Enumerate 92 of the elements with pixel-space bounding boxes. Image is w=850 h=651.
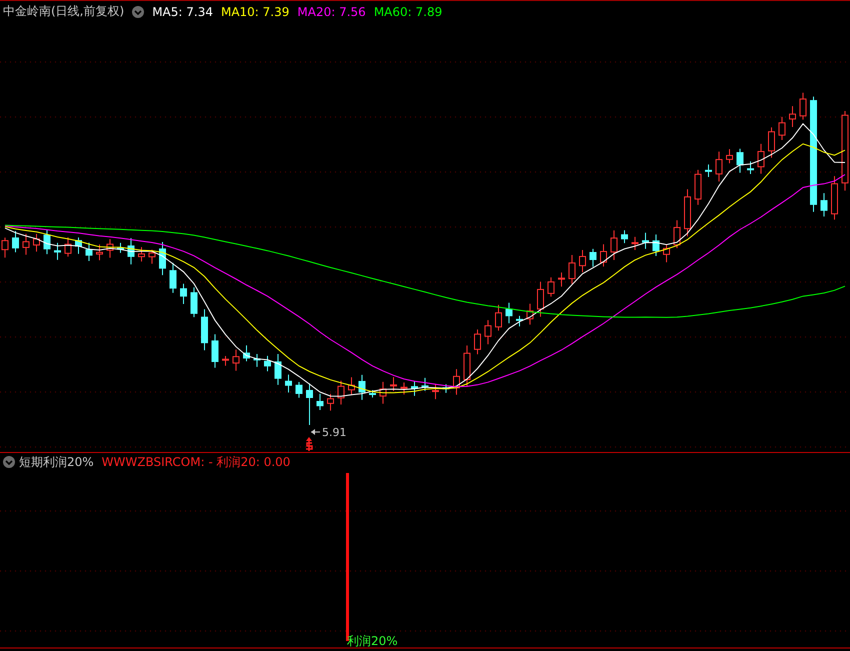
candlestick (243, 344, 250, 362)
candlestick (348, 376, 355, 396)
candlestick (642, 232, 649, 250)
moving-average-value: MA10: 7.39 (220, 4, 290, 18)
candlestick (274, 354, 282, 386)
candlestick (736, 148, 744, 174)
candlestick (621, 230, 628, 244)
candlestick (726, 148, 733, 164)
candlestick (684, 188, 691, 237)
candlestick (674, 220, 680, 249)
candlestick (222, 356, 229, 366)
candlestick (432, 383, 439, 400)
candlestick (54, 242, 61, 260)
candlestick (33, 233, 40, 252)
candlestick (831, 176, 838, 220)
candlestick (159, 241, 166, 276)
candlestick (590, 248, 596, 268)
candlestick (484, 320, 492, 345)
candlestick (338, 380, 344, 405)
candlestick (663, 244, 670, 263)
candlestick (180, 283, 187, 305)
candlestick (506, 302, 512, 324)
candlestick (170, 262, 176, 294)
candlestick (610, 230, 618, 260)
candlestick (526, 303, 534, 326)
candlestick (768, 126, 775, 158)
candlestick (128, 238, 134, 265)
candlestick (75, 237, 82, 254)
indicator-title: 短期利润20% (19, 454, 94, 470)
candlestick (12, 230, 19, 253)
candlestick (22, 233, 30, 256)
candlestick (568, 254, 576, 284)
low-price-label: 5.91 (322, 426, 346, 439)
candlestick (411, 380, 418, 396)
candlestick (390, 376, 397, 392)
candlestick (296, 381, 302, 398)
candlestick (548, 276, 554, 298)
leader-line (310, 429, 320, 435)
candlestick (516, 315, 523, 327)
indicator-formula: WWWZBSIRCOM: - 利润20: 0.00 (102, 454, 290, 470)
candlestick (369, 390, 376, 398)
candlestick (64, 236, 72, 258)
candlestick (380, 381, 386, 404)
collapse-icon[interactable] (3, 456, 15, 468)
candlestick (747, 160, 754, 175)
buy-marker-icon (305, 437, 313, 452)
candlestick (306, 382, 313, 426)
candlestick (316, 393, 324, 411)
candlestick (138, 246, 145, 262)
candlestick (800, 92, 806, 120)
candlestick (632, 236, 638, 250)
candlestick (820, 192, 828, 218)
candlestick (579, 250, 586, 273)
candlestick (537, 281, 544, 318)
moving-average-value: MA20: 7.56 (297, 4, 366, 18)
candlestick (716, 151, 722, 182)
candlestick (558, 272, 565, 288)
candlestick (705, 164, 712, 178)
candlestick (254, 354, 260, 368)
candlestick (2, 237, 8, 258)
candlestick (86, 242, 92, 262)
candlestick (106, 238, 114, 258)
candlestick (44, 229, 50, 255)
candlestick (264, 355, 271, 372)
candlestick (694, 169, 702, 206)
candlestick (474, 328, 481, 355)
candlestick (422, 377, 428, 392)
candlestick (400, 382, 408, 396)
candlestick (464, 345, 470, 387)
candlestick (148, 249, 156, 264)
candlestick (789, 106, 796, 128)
moving-average-value: MA60: 7.89 (374, 4, 442, 18)
candlestick (232, 349, 240, 372)
candlestick (652, 234, 660, 257)
signal-label: 利润20% (347, 633, 398, 650)
candlestick (212, 334, 218, 368)
candlestick (190, 286, 198, 318)
stock-title: 中金岭南(日线,前复权) (3, 3, 124, 20)
candlestick (327, 393, 334, 412)
candlestick (600, 244, 607, 268)
candlestick (453, 368, 460, 396)
candlestick (495, 304, 502, 332)
candlestick (442, 384, 450, 394)
candlestick (358, 374, 366, 400)
candlestick (285, 374, 292, 394)
candlestick (96, 244, 103, 261)
candlestick (758, 143, 764, 174)
collapse-icon[interactable] (132, 6, 144, 18)
candlestick (778, 116, 786, 141)
candlestick (117, 242, 124, 254)
moving-average-value: MA5: 7.34 (152, 4, 213, 18)
candlestick (201, 308, 208, 351)
